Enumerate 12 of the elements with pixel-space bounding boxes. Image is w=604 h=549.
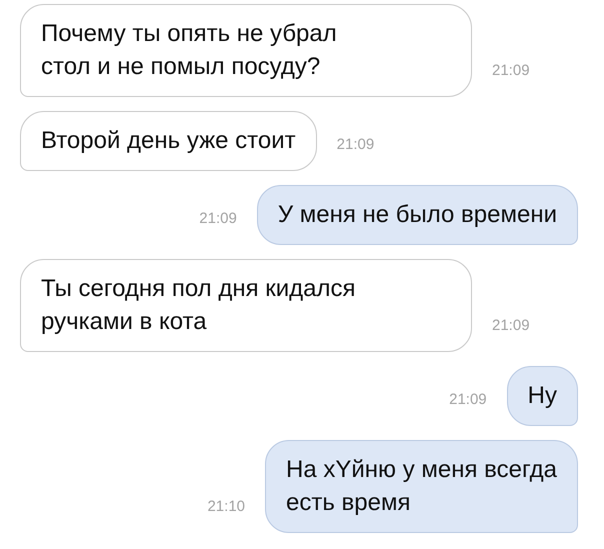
message-bubble: Ты сегодня пол дня кидался ручками в кота xyxy=(20,259,472,352)
message-bubble: Почему ты опять не убрал стол и не помыл посуду? xyxy=(20,4,472,97)
message-time: 21:10 xyxy=(207,498,246,517)
message-bubble: Ну xyxy=(506,366,578,426)
message-time: 21:09 xyxy=(492,317,530,336)
message-bubble: У меня не было времени xyxy=(256,185,578,245)
message-time: 21:09 xyxy=(492,62,530,81)
message-bubble: Второй день уже стоит xyxy=(20,111,317,171)
message-time: 21:09 xyxy=(199,210,237,229)
message-bubble: На хYйню у меня всегда есть время xyxy=(265,440,578,533)
message-time: 21:09 xyxy=(449,391,487,410)
message-time: 21:09 xyxy=(336,136,374,155)
